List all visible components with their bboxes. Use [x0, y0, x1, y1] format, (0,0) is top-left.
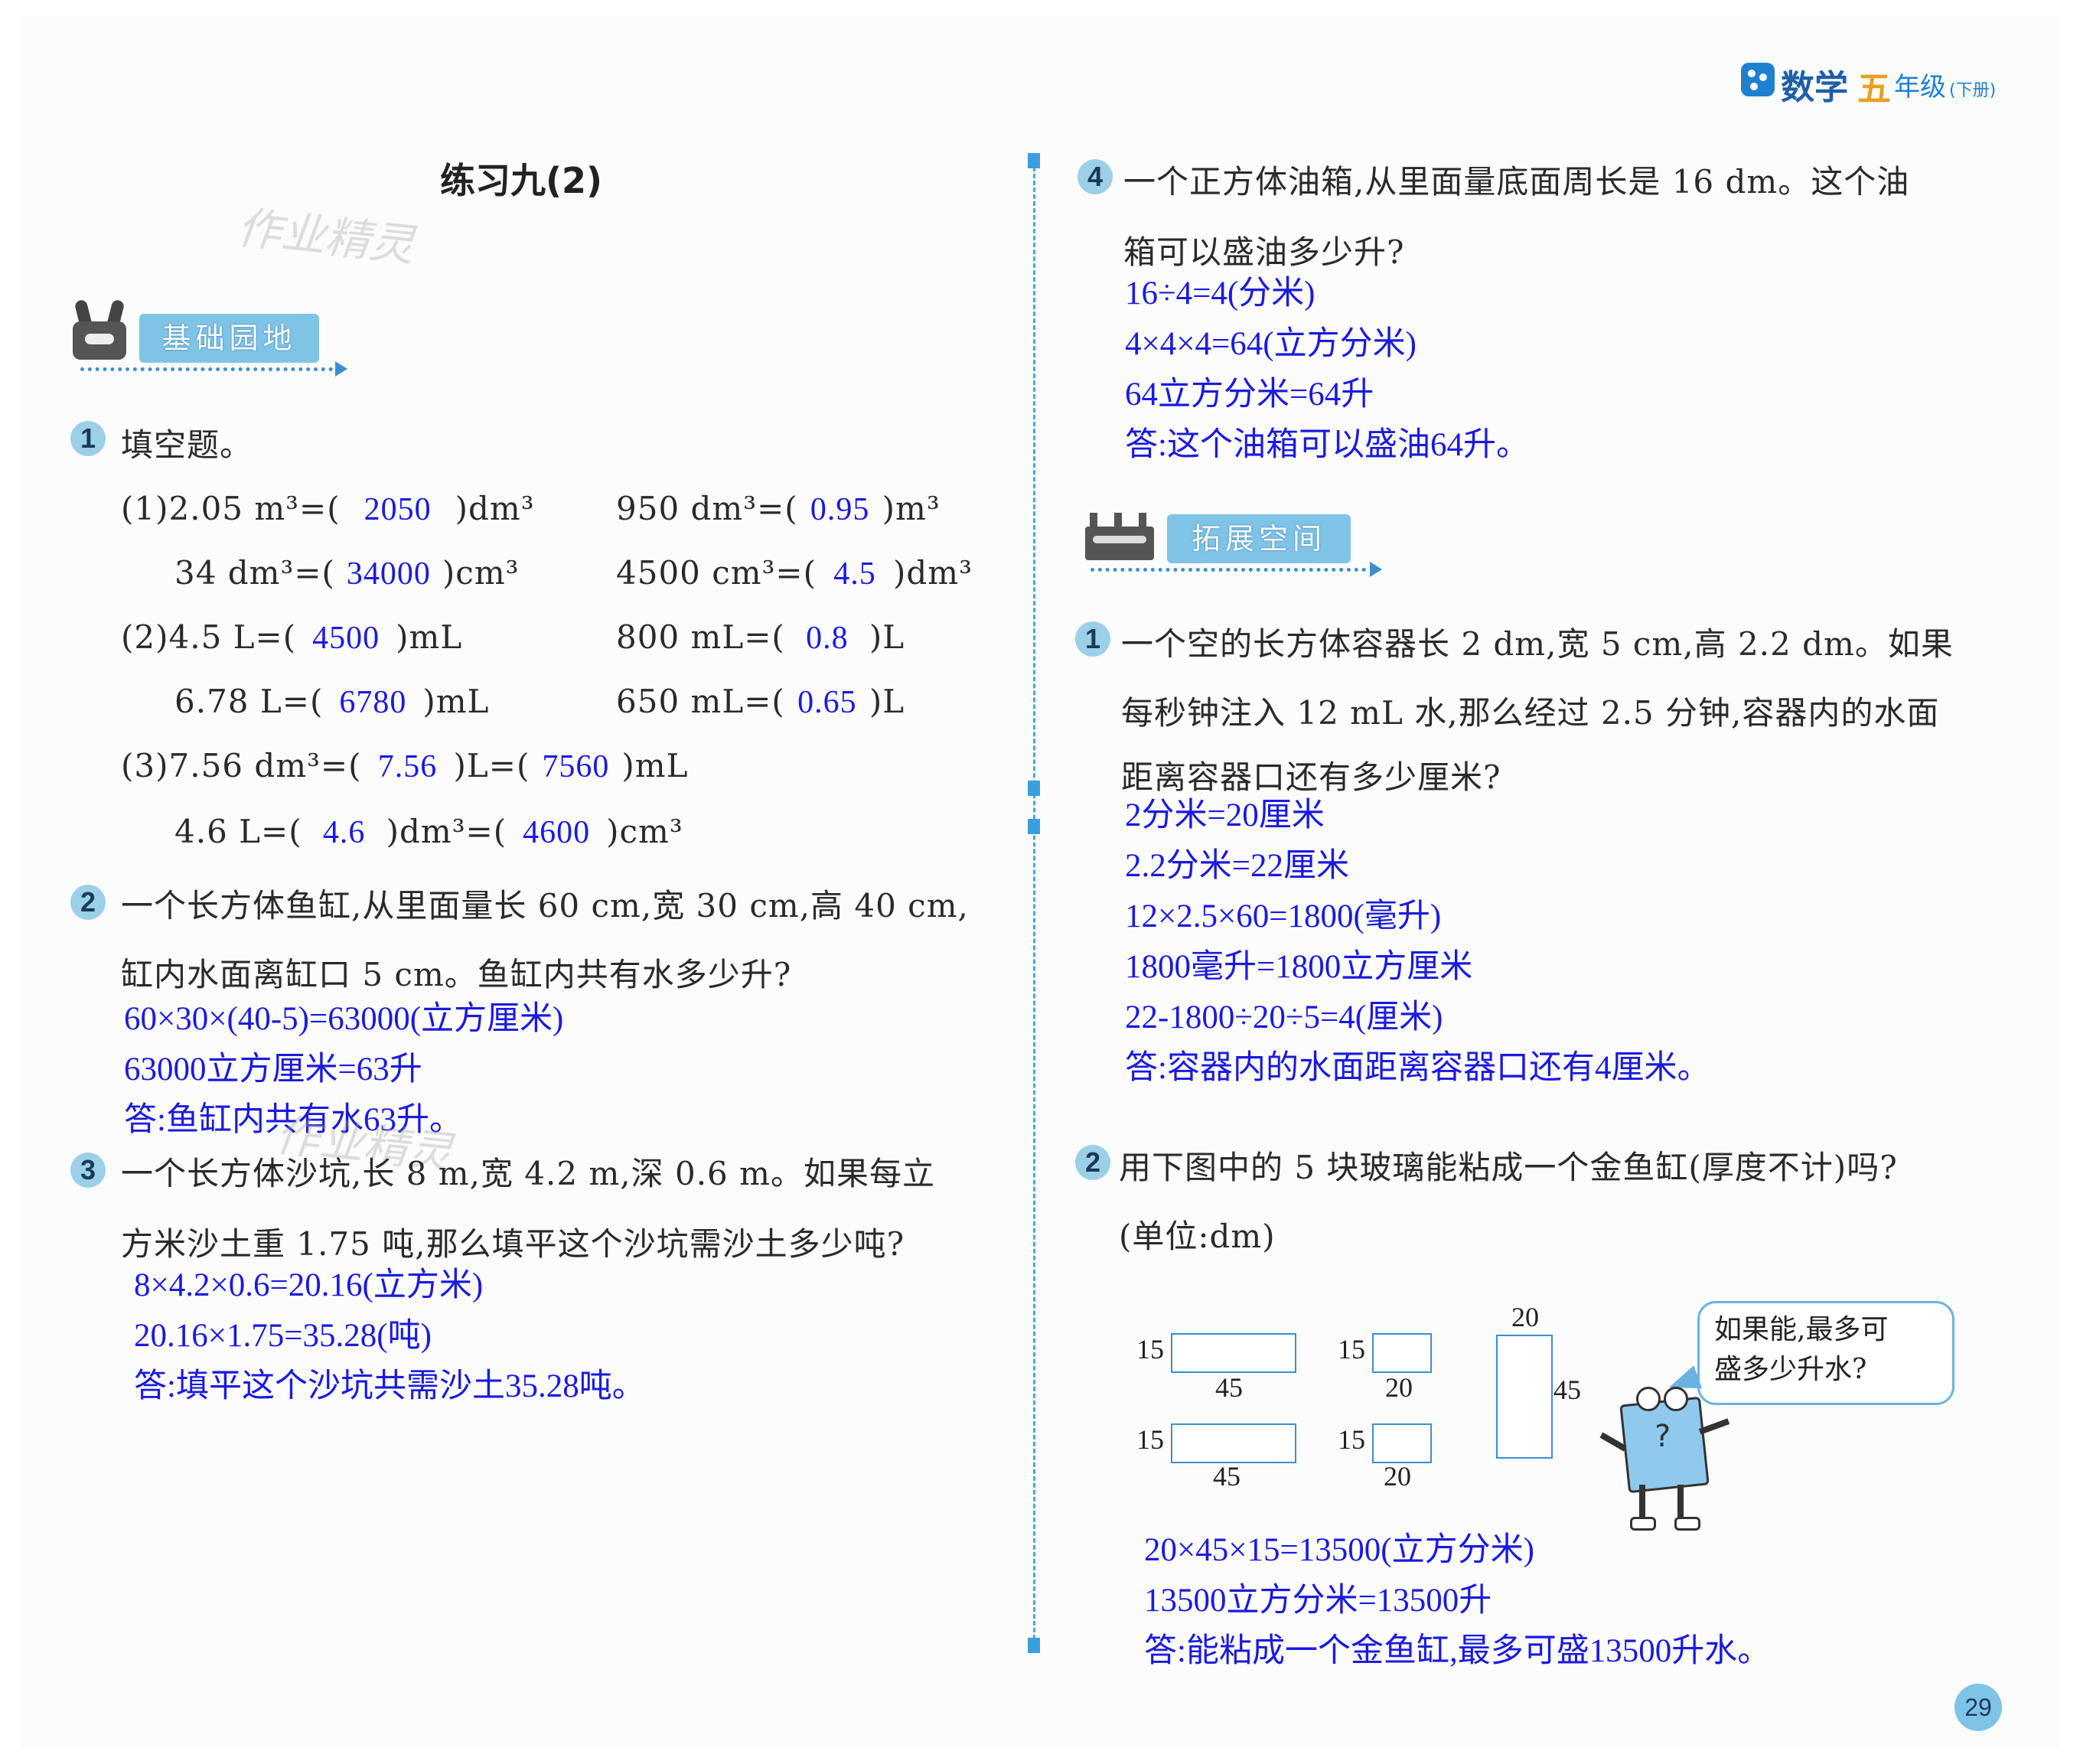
dimension-label: 45	[1215, 1372, 1243, 1403]
column-divider	[1033, 153, 1035, 1653]
answer-line: 64立方分米=64升	[1125, 377, 1374, 412]
question-number-badge: 2	[1075, 1145, 1110, 1180]
bunny-mascot-icon	[73, 298, 126, 361]
basic-section-title: 基础园地	[139, 314, 319, 363]
question-text: 一个空的长方体容器长 2 dm,宽 5 cm,高 2.2 dm。如果	[1121, 625, 1954, 663]
answer-line: 16÷4=4(分米)	[1125, 276, 1315, 311]
bubble-text-line: 如果能,最多可	[1714, 1314, 1889, 1345]
page-title: 练习九(2)	[440, 160, 603, 201]
dimension-label: 20	[1384, 1461, 1411, 1492]
answer-line: 13500立方分米=13500升	[1144, 1583, 1492, 1619]
bubble-text-line: 盛多少升水?	[1714, 1354, 1867, 1385]
answer-line: 4×4×4=64(立方分米)	[1125, 326, 1417, 362]
answer-line: 答:容器内的水面距离容器口还有4厘米。	[1125, 1050, 1710, 1086]
glass-panel-rect	[1372, 1423, 1432, 1463]
question-number-badge: 1	[1075, 621, 1110, 657]
fill-blank-item: 650 mL=(0.65)L	[616, 683, 905, 720]
answer-line: 1800毫升=1800立方厘米	[1125, 949, 1473, 985]
fill-blank-item: 6.78 L=(6780)mL	[174, 683, 490, 720]
question-text: 每秒钟注入 12 mL 水,那么经过 2.5 分钟,容器内的水面	[1121, 694, 1940, 732]
answer-line: 2.2分米=22厘米	[1125, 848, 1350, 884]
answer-line: 答:这个油箱可以盛油64升。	[1125, 427, 1529, 463]
dimension-label: 45	[1553, 1374, 1581, 1405]
header-grade: 五	[1857, 70, 1891, 109]
answer-line: 20.16×1.75=35.28(吨)	[134, 1318, 432, 1354]
question-text: 一个正方体油箱,从里面量底面周长是 16 dm。这个油	[1123, 163, 1910, 201]
fill-blank-item: 950 dm³=(0.95)m³	[616, 490, 941, 527]
dimension-label: 20	[1511, 1302, 1539, 1332]
divider-mark	[1028, 819, 1040, 834]
answer-line: 60×30×(40-5)=63000(立方厘米)	[124, 1001, 564, 1037]
answer-line: 22-1800÷20÷5=4(厘米)	[1125, 999, 1443, 1035]
answer-line: 12×2.5×60=1800(毫升)	[1125, 898, 1442, 934]
answer-line: 答:填平这个沙坑共需沙土35.28吨。	[134, 1368, 645, 1404]
dimension-label: 15	[1136, 1424, 1164, 1455]
question-text: 一个长方体沙坑,长 8 m,宽 4.2 m,深 0.6 m。如果每立	[121, 1155, 935, 1192]
header-volume: (下册)	[1949, 81, 1997, 100]
answer-line: 答:能粘成一个金鱼缸,最多可盛13500升水。	[1144, 1633, 1771, 1669]
question-number-badge: 1	[70, 421, 106, 456]
answer-line: 63000立方厘米=63升	[124, 1052, 422, 1087]
dimension-label: 20	[1385, 1372, 1413, 1403]
answer-line: 8×4.2×0.6=20.16(立方米)	[134, 1267, 484, 1303]
divider-mark	[1028, 1638, 1040, 1653]
dimension-label: 15	[1338, 1334, 1365, 1365]
fill-blank-item: (1)2.05 m³=(2050)dm³	[121, 490, 535, 527]
divider-mark	[1028, 153, 1040, 168]
fill-blank-item: (2)4.5 L=(4500)mL	[121, 618, 463, 656]
question-text: 缸内水面离缸口 5 cm。鱼缸内共有水多少升?	[121, 956, 792, 993]
glass-panel-rect	[1171, 1423, 1296, 1463]
ship-mascot-icon	[1085, 513, 1154, 560]
question-number-badge: 2	[70, 885, 106, 920]
glass-panel-rect	[1171, 1333, 1296, 1373]
glass-panel-rect	[1372, 1333, 1432, 1373]
question-text: (单位:dm)	[1119, 1218, 1276, 1255]
fill-blank-item: 34 dm³=(34000)cm³	[174, 554, 520, 592]
dimension-label: 15	[1338, 1424, 1365, 1455]
cube-mascot-icon: ?	[1599, 1378, 1730, 1531]
extend-section-title: 拓展空间	[1167, 514, 1351, 563]
brand-logo-icon	[1741, 63, 1775, 96]
answer-line: 2分米=20厘米	[1125, 797, 1325, 833]
dimension-label: 45	[1213, 1461, 1241, 1492]
question-number-badge: 3	[70, 1153, 106, 1188]
header-grade-suffix: 年级	[1894, 72, 1946, 103]
divider-mark	[1028, 781, 1040, 796]
header-subject: 数学	[1781, 68, 1848, 107]
fill-blank-item: (3)7.56 dm³=(7.56)L=(7560)mL	[121, 747, 689, 784]
page-number: 29	[1954, 1684, 2002, 1731]
dimension-label: 15	[1136, 1334, 1164, 1365]
fill-blank-item: 800 mL=(0.8)L	[616, 618, 905, 656]
question-text: 填空题。	[121, 426, 253, 464]
question-text: 一个长方体鱼缸,从里面量长 60 cm,宽 30 cm,高 40 cm,	[121, 887, 969, 924]
glass-panel-rect	[1496, 1335, 1553, 1459]
fill-blank-item: 4500 cm³=(4.5)dm³	[616, 554, 973, 592]
answer-line: 20×45×15=13500(立方分米)	[1144, 1532, 1534, 1568]
fill-blank-item: 4.6 L=(4.6)dm³=(4600)cm³	[174, 813, 683, 850]
question-text: 用下图中的 5 块玻璃能粘成一个金鱼缸(厚度不计)吗?	[1119, 1149, 1898, 1186]
question-number-badge: 4	[1077, 159, 1113, 194]
